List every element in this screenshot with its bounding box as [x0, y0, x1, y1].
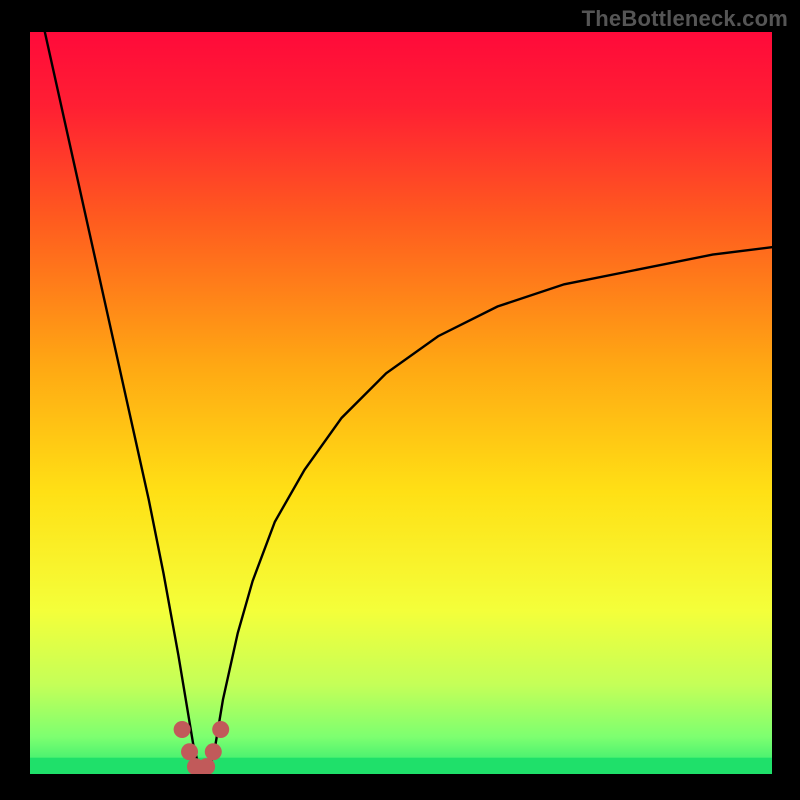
highlight-dot — [174, 721, 191, 738]
plot-area — [30, 32, 772, 781]
bottleneck-chart — [0, 0, 800, 800]
watermark-text: TheBottleneck.com — [582, 6, 788, 32]
highlight-dot — [181, 743, 198, 760]
gradient-background — [30, 32, 772, 774]
green-floor-band — [30, 758, 772, 774]
highlight-dot — [198, 758, 215, 775]
highlight-dot — [212, 721, 229, 738]
highlight-dot — [205, 743, 222, 760]
